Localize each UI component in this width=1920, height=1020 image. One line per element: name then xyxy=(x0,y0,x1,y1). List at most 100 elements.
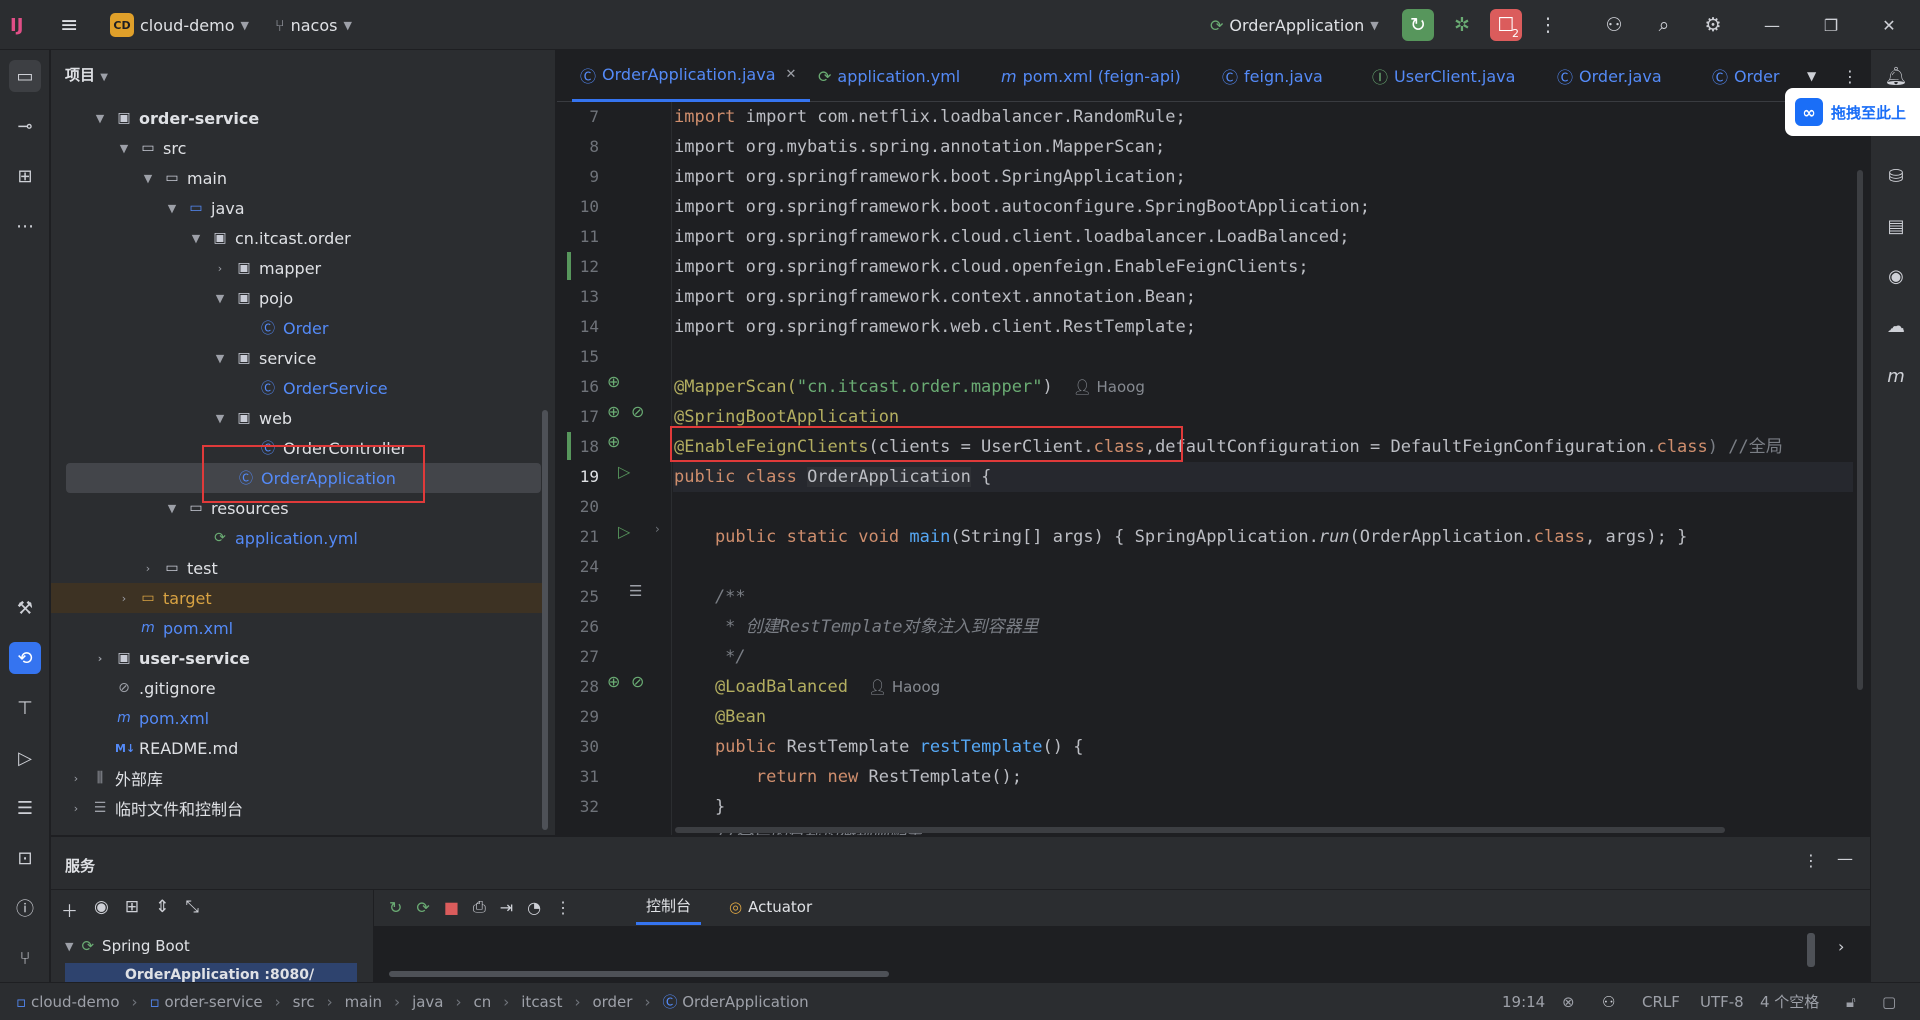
exit-icon[interactable]: ⇥ xyxy=(500,898,513,917)
tree-item-gitignore[interactable]: ⊘ .gitignore xyxy=(51,673,546,703)
lock-icon[interactable]: 🔓︎ xyxy=(1846,993,1856,1011)
run-gutter-icon[interactable]: ▷ xyxy=(618,462,630,481)
code-line-16[interactable]: @MapperScan("cn.itcast.order.mapper") 👤︎ … xyxy=(674,372,1145,402)
close-icon[interactable]: ✕ xyxy=(1873,9,1905,41)
app-logo-icon[interactable]: IJ xyxy=(10,10,23,40)
project-scrollbar[interactable] xyxy=(542,410,548,830)
debug-icon[interactable]: ✲ xyxy=(1446,9,1478,41)
breadcrumb-item[interactable]: order xyxy=(592,993,632,1011)
breadcrumb-item[interactable]: itcast xyxy=(521,993,562,1011)
spring-bean-icon[interactable]: ⊕ xyxy=(607,432,620,451)
chevron-right-icon[interactable]: › xyxy=(1838,937,1844,956)
tree-item-spring-boot[interactable]: ▼ ⟳ Spring Boot xyxy=(65,937,190,955)
tree-item-order[interactable]: Ⓒ Order xyxy=(51,313,546,343)
cloud-icon[interactable]: ☁ xyxy=(1880,310,1912,342)
tree-item-scratches[interactable]: › ☰ 临时文件和控制台 xyxy=(51,793,546,823)
more-options-icon[interactable]: ⋮ xyxy=(555,898,571,917)
stop-button[interactable]: ☐ 2 xyxy=(1490,9,1522,41)
code-line-7[interactable]: import import com.netflix.loadbalancer.R… xyxy=(674,102,1186,132)
project-panel-title[interactable]: 项目 ▼ xyxy=(65,64,108,85)
tab-pom-feign-api[interactable]: m pom.xml (feign-api) xyxy=(997,50,1207,102)
spring-config-icon[interactable]: ⊘ xyxy=(631,672,644,691)
code-line-28[interactable]: @LoadBalanced 👤︎ Haoog xyxy=(674,672,940,702)
tree-item-main[interactable]: ▼ ▭ main xyxy=(51,163,546,193)
code-line-31[interactable]: return new RestTemplate(); xyxy=(674,762,1022,792)
tree-item-service[interactable]: ▼ ▣ service xyxy=(51,343,546,373)
project-folder-icon[interactable]: ▭ xyxy=(9,60,41,92)
code-line-29[interactable]: @Bean xyxy=(674,702,766,732)
editor-horizontal-scrollbar[interactable] xyxy=(675,827,1725,833)
tree-item-application-yml[interactable]: ⟳ application.yml xyxy=(51,523,546,553)
search-icon[interactable]: ⌕ xyxy=(1648,9,1680,41)
code-line-11[interactable]: import org.springframework.cloud.client.… xyxy=(674,222,1350,252)
add-user-icon[interactable]: ⚇ xyxy=(1598,9,1630,41)
rerun-icon[interactable]: ↻ xyxy=(1402,9,1434,41)
main-menu-icon[interactable]: ≡ xyxy=(60,10,78,40)
tab-console[interactable]: 控制台 xyxy=(636,889,702,925)
camera-icon[interactable]: ⎙ xyxy=(473,897,486,917)
close-tab-icon[interactable]: ✕ xyxy=(786,67,797,82)
editor-vertical-scrollbar[interactable] xyxy=(1857,170,1863,690)
restore-icon[interactable]: ❐ xyxy=(1815,9,1847,41)
endpoints-icon[interactable]: ⊤ xyxy=(9,692,41,724)
file-encoding[interactable]: UTF-8 xyxy=(1700,993,1744,1011)
word-book-icon[interactable]: ▤ xyxy=(1880,210,1912,242)
tab-actuator[interactable]: ◎ Actuator xyxy=(719,889,822,925)
build-tools-icon[interactable]: ⚒ xyxy=(9,592,41,624)
indent-setting[interactable]: 4 个空格 xyxy=(1760,991,1819,1012)
code-line-9[interactable]: import org.springframework.boot.SpringAp… xyxy=(674,162,1186,192)
tab-order-java[interactable]: Ⓒ Order.java xyxy=(1557,50,1687,102)
author-hint[interactable]: 👤︎ Haoog xyxy=(1073,378,1145,396)
breadcrumb-item[interactable]: ▫ order-service xyxy=(150,993,263,1011)
project-switcher[interactable]: CD cloud-demo ▼ xyxy=(110,10,249,40)
code-line-14[interactable]: import org.springframework.web.client.Re… xyxy=(674,312,1196,342)
tree-item-package[interactable]: ▼ ▣ cn.itcast.order xyxy=(51,223,546,253)
tree-item-test[interactable]: › ▭ test xyxy=(51,553,546,583)
commit-icon[interactable]: ⊸ xyxy=(9,110,41,142)
more-options-icon[interactable]: ⋮ xyxy=(1803,851,1819,870)
structure-icon[interactable]: ⊞ xyxy=(9,160,41,192)
tree-item-src[interactable]: ▼ ▭ src xyxy=(51,133,546,163)
code-line-21[interactable]: public static void main(String[] args) {… xyxy=(674,522,1687,552)
ai-icon[interactable]: ⚇ xyxy=(1602,993,1615,1011)
tree-item-web[interactable]: ▼ ▣ web xyxy=(51,403,546,433)
inspection-icon[interactable]: ⊗ xyxy=(1562,993,1575,1011)
tree-item-external-libs[interactable]: › ⫼ 外部库 xyxy=(51,763,546,793)
breadcrumb-item[interactable]: ▫ cloud-demo xyxy=(16,993,120,1011)
minimize-icon[interactable]: — xyxy=(1756,9,1788,41)
tab-feign-java[interactable]: Ⓒfeign.java xyxy=(1222,50,1357,102)
tree-item-order-service[interactable]: ▼ ▣ order-service xyxy=(51,103,546,133)
tree-item-pom-root[interactable]: m pom.xml xyxy=(51,703,546,733)
tree-item-pojo[interactable]: ▼ ▣ pojo xyxy=(51,283,546,313)
tab-orderapplication[interactable]: Ⓒ OrderApplication.java ✕ xyxy=(572,50,810,102)
collapse-all-icon[interactable]: ⤡ xyxy=(185,897,199,922)
settings-gear-icon[interactable]: ⚙ xyxy=(1697,9,1729,41)
tree-item-java[interactable]: ▼ ▭ java xyxy=(51,193,546,223)
author-hint[interactable]: 👤︎ Haoog xyxy=(868,678,940,696)
more-actions-icon[interactable]: ⋮ xyxy=(1532,9,1564,41)
run-icon[interactable]: ▷ xyxy=(9,742,41,774)
todo-icon[interactable]: ☰ xyxy=(9,792,41,824)
maven-icon[interactable]: m xyxy=(1880,360,1912,392)
restart-icon[interactable]: ⟳ xyxy=(416,898,429,917)
fold-icon[interactable]: › xyxy=(655,522,660,536)
problems-icon[interactable]: ⓘ xyxy=(9,892,41,924)
tree-item-readme[interactable]: M↓ README.md xyxy=(51,733,546,763)
stop-icon[interactable]: ■ xyxy=(444,898,459,917)
breadcrumb-item[interactable]: src xyxy=(293,993,315,1011)
code-line-30[interactable]: public RestTemplate restTemplate() { xyxy=(674,732,1084,762)
drag-drop-toast[interactable]: ∞ 拖拽至此上 xyxy=(1785,88,1920,136)
tree-item-mapper[interactable]: › ▣ mapper xyxy=(51,253,546,283)
spring-bean-icon[interactable]: ⊕ xyxy=(607,672,620,691)
code-line-13[interactable]: import org.springframework.context.annot… xyxy=(674,282,1196,312)
tree-item-user-service[interactable]: › ▣ user-service xyxy=(51,643,546,673)
services-icon[interactable]: ⟲ xyxy=(9,642,41,674)
breadcrumb-item[interactable]: main xyxy=(345,993,382,1011)
code-line-26[interactable]: * 创建RestTemplate对象注入到容器里 xyxy=(674,612,1038,642)
code-line-12[interactable]: import org.springframework.cloud.openfei… xyxy=(674,252,1309,282)
git-icon[interactable]: ⑂ xyxy=(9,942,41,974)
add-service-icon[interactable]: ＋ xyxy=(61,897,78,922)
code-line-19[interactable]: public class OrderApplication { xyxy=(674,462,991,492)
tree-item-running-app[interactable]: OrderApplication :8080/ xyxy=(65,963,357,983)
rerun-icon[interactable]: ↻ xyxy=(389,898,402,917)
